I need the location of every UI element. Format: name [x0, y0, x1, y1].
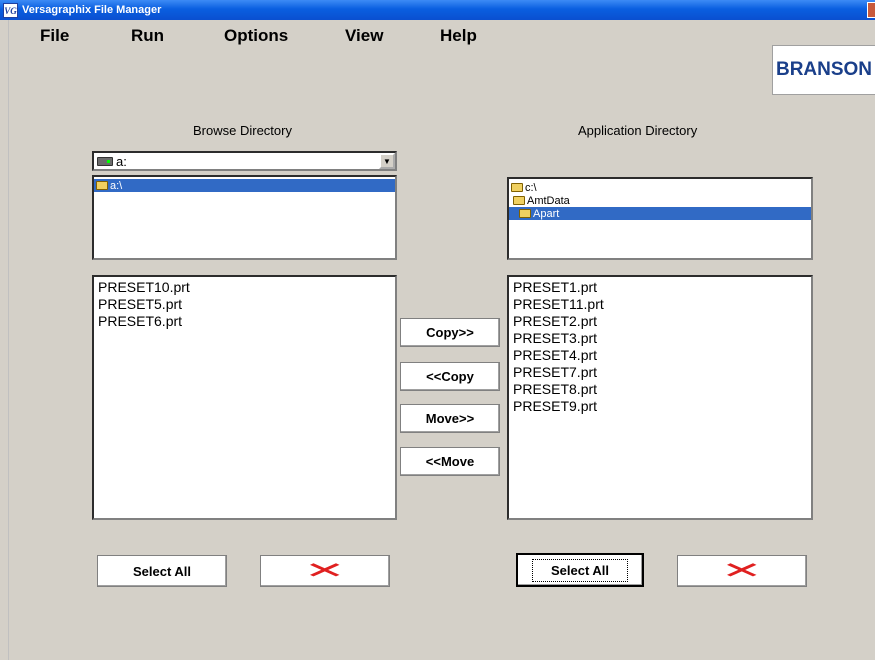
list-item[interactable]: PRESET5.prt [96, 296, 393, 313]
application-directory-tree[interactable]: c:\ AmtData Apart [507, 177, 813, 260]
title-bar: VG Versagraphix File Manager [0, 0, 875, 20]
menu-file[interactable]: File [40, 26, 69, 46]
red-x-icon: ✕ [720, 557, 764, 584]
close-button[interactable] [867, 2, 875, 18]
branson-logo: BRANSON [772, 45, 875, 95]
menu-run[interactable]: Run [131, 26, 164, 46]
application-select-all-button[interactable]: Select All [516, 553, 644, 587]
tree-item-label: AmtData [527, 194, 570, 207]
application-file-list[interactable]: PRESET1.prt PRESET11.prt PRESET2.prt PRE… [507, 275, 813, 520]
chevron-down-icon[interactable]: ▼ [379, 153, 395, 169]
button-label: <<Move [425, 454, 475, 469]
red-x-icon: ✕ [303, 557, 347, 584]
tree-item-label: a:\ [110, 179, 123, 192]
tree-item-apart[interactable]: Apart [509, 207, 811, 220]
window-title: Versagraphix File Manager [22, 4, 162, 16]
application-delete-button[interactable]: ✕ [677, 555, 807, 587]
list-item[interactable]: PRESET11.prt [511, 296, 809, 313]
tree-item-label: Apart [533, 207, 560, 220]
browse-delete-button[interactable]: ✕ [260, 555, 390, 587]
tree-item-a-root[interactable]: a:\ [94, 179, 395, 192]
move-to-application-button[interactable]: Move>> [400, 404, 500, 433]
list-item[interactable]: PRESET7.prt [511, 364, 809, 381]
button-label: Select All [132, 563, 192, 579]
folder-open-icon [513, 196, 525, 205]
menu-help[interactable]: Help [440, 26, 477, 46]
button-label: Select All [531, 558, 629, 582]
list-item[interactable]: PRESET8.prt [511, 381, 809, 398]
copy-to-browse-button[interactable]: <<Copy [400, 362, 500, 391]
window-left-border [0, 20, 9, 660]
folder-open-icon [96, 181, 108, 190]
floppy-drive-icon [97, 156, 113, 166]
list-item[interactable]: PRESET9.prt [511, 398, 809, 415]
menu-options[interactable]: Options [224, 26, 288, 46]
menu-view[interactable]: View [345, 26, 383, 46]
list-item[interactable]: PRESET1.prt [511, 279, 809, 296]
browse-file-list[interactable]: PRESET10.prt PRESET5.prt PRESET6.prt [92, 275, 397, 520]
drive-value: a: [116, 153, 127, 169]
drive-select[interactable]: a: ▼ [92, 151, 397, 171]
folder-open-icon [511, 183, 523, 192]
button-label: <<Copy [426, 369, 474, 384]
button-label: Move>> [425, 411, 475, 426]
folder-open-icon [519, 209, 531, 218]
list-item[interactable]: PRESET3.prt [511, 330, 809, 347]
application-directory-heading: Application Directory [578, 123, 698, 138]
browse-select-all-button[interactable]: Select All [97, 555, 227, 587]
button-label: Copy>> [426, 325, 474, 340]
list-item[interactable]: PRESET6.prt [96, 313, 393, 330]
list-item[interactable]: PRESET10.prt [96, 279, 393, 296]
copy-to-application-button[interactable]: Copy>> [400, 318, 500, 347]
tree-item-label: c:\ [525, 181, 537, 194]
tree-item-amtdata[interactable]: AmtData [509, 194, 811, 207]
tree-item-c-root[interactable]: c:\ [509, 181, 811, 194]
browse-directory-tree[interactable]: a:\ [92, 175, 397, 260]
app-icon: VG [3, 2, 18, 18]
browse-directory-heading: Browse Directory [193, 123, 292, 138]
list-item[interactable]: PRESET4.prt [511, 347, 809, 364]
list-item[interactable]: PRESET2.prt [511, 313, 809, 330]
menu-bar: File Run Options View Help [0, 20, 875, 50]
move-to-browse-button[interactable]: <<Move [400, 447, 500, 476]
